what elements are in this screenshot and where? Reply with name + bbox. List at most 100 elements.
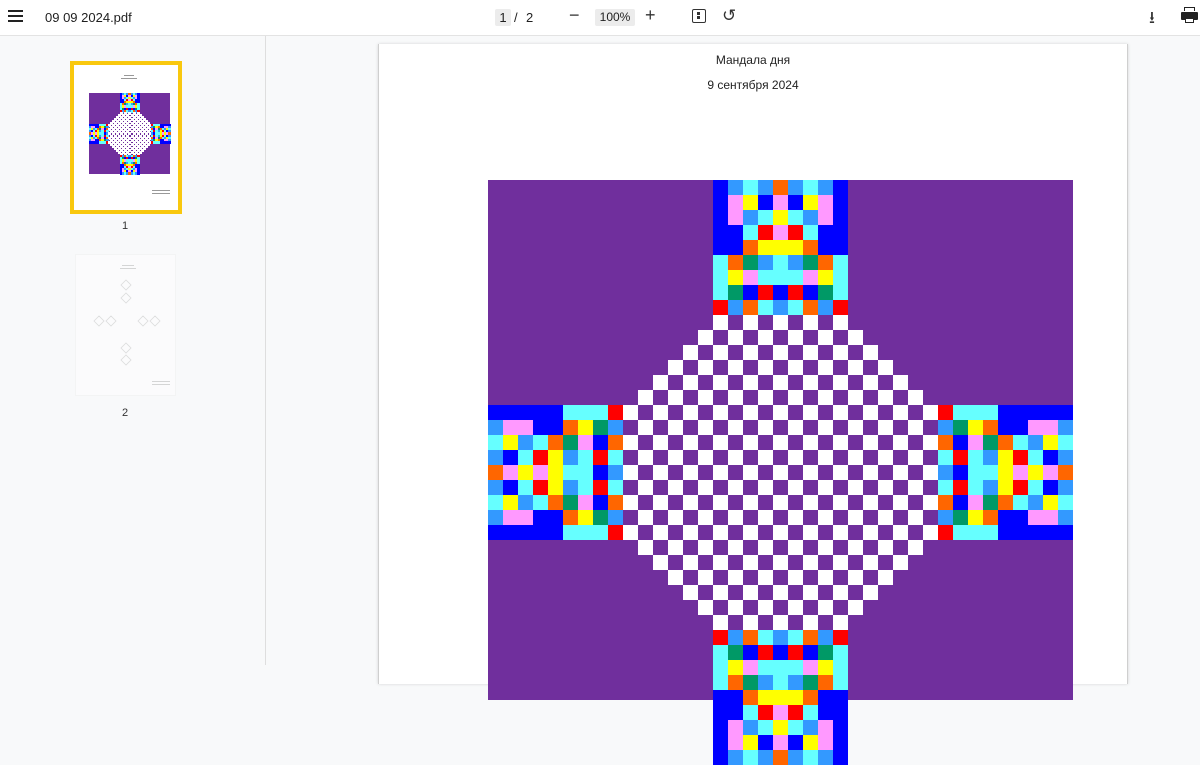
mandala-cell [803, 495, 818, 510]
mandala-cell [713, 555, 728, 570]
mandala-cell [488, 495, 503, 510]
mandala-cell [968, 525, 983, 540]
mandala-cell [848, 540, 863, 555]
mandala-cell [803, 630, 818, 645]
mandala-cell [788, 675, 803, 690]
zoom-in-icon[interactable]: + [645, 5, 656, 26]
mandala-cell [1013, 525, 1028, 540]
mandala-cell [713, 750, 728, 765]
mandala-cell [818, 420, 833, 435]
mandala-cell [848, 390, 863, 405]
mandala-cell [818, 645, 833, 660]
mandala-cell [803, 180, 818, 195]
mandala-cell [758, 270, 773, 285]
mandala-cell [833, 615, 848, 630]
mandala-cell [743, 720, 758, 735]
mandala-cell [743, 300, 758, 315]
mandala-cell [818, 330, 833, 345]
mandala-cell [668, 390, 683, 405]
mandala-cell [758, 690, 773, 705]
mandala-cell [1043, 480, 1058, 495]
mandala-cell [728, 255, 743, 270]
mandala-cell [863, 345, 878, 360]
mandala-cell [608, 465, 623, 480]
print-icon[interactable] [1181, 7, 1198, 23]
mandala-cell [803, 465, 818, 480]
mandala-cell [818, 750, 833, 765]
mandala-cell [713, 660, 728, 675]
mandala-cell [608, 525, 623, 540]
mandala-cell [863, 405, 878, 420]
mandala-cell [863, 525, 878, 540]
mandala-cell [638, 510, 653, 525]
toolbar: 09 09 2024.pdf 1 / 2 − 100% + ↺ ⭳ [0, 0, 1200, 36]
mandala-cell [983, 450, 998, 465]
mandala-cell [533, 495, 548, 510]
mandala-cell [743, 705, 758, 720]
mandala-cell [878, 390, 893, 405]
mandala-cell [863, 465, 878, 480]
mandala-cell [968, 450, 983, 465]
mandala-cell [728, 480, 743, 495]
mandala-cell [1043, 495, 1058, 510]
page-number-input[interactable]: 1 [495, 9, 511, 26]
thumbnail-sidebar: 1 2 [0, 36, 266, 665]
page-thumbnail-2[interactable] [75, 254, 176, 396]
mandala-cell [743, 195, 758, 210]
mandala-cell [743, 210, 758, 225]
mandala-cell [953, 480, 968, 495]
mandala-cell [803, 270, 818, 285]
zoom-level-input[interactable]: 100% [595, 9, 635, 26]
mandala-cell [803, 435, 818, 450]
mandala-cell [533, 420, 548, 435]
page-date: 9 сентября 2024 [707, 78, 799, 92]
mandala-cell [863, 435, 878, 450]
mandala-cell [758, 195, 773, 210]
menu-icon[interactable] [8, 10, 23, 22]
mandala-cell [683, 345, 698, 360]
mandala-cell [698, 600, 713, 615]
mandala-cell [833, 525, 848, 540]
fit-page-icon[interactable] [692, 9, 706, 23]
mandala-cell [953, 405, 968, 420]
zoom-out-icon[interactable]: − [569, 5, 580, 26]
mandala-cell [833, 585, 848, 600]
mandala-cell [788, 645, 803, 660]
mandala-cell [758, 600, 773, 615]
mandala-cell [593, 495, 608, 510]
mandala-cell [938, 450, 953, 465]
mandala-cell [593, 510, 608, 525]
mandala-cell [863, 495, 878, 510]
mandala-cell [788, 270, 803, 285]
mandala-cell [803, 225, 818, 240]
mandala-cell [533, 405, 548, 420]
mandala-cell [938, 435, 953, 450]
mandala-cell [833, 660, 848, 675]
mandala-cell [953, 510, 968, 525]
mandala-cell [503, 435, 518, 450]
mandala-cell [758, 255, 773, 270]
mandala-cell [848, 450, 863, 465]
mandala-cell [713, 465, 728, 480]
mandala-cell [758, 750, 773, 765]
mandala-cell [848, 570, 863, 585]
mandala-cell [1058, 450, 1073, 465]
mandala-cell [758, 735, 773, 750]
mandala-cell [653, 465, 668, 480]
mandala-cell [938, 510, 953, 525]
mandala-cell [728, 600, 743, 615]
mandala-cell [1043, 420, 1058, 435]
mandala-cell [833, 240, 848, 255]
mandala-cell [1028, 420, 1043, 435]
mandala-cell [713, 345, 728, 360]
mandala-cell [983, 405, 998, 420]
mandala-cell [788, 510, 803, 525]
page-thumbnail-1[interactable] [70, 61, 182, 214]
download-icon[interactable]: ⭳ [1149, 5, 1155, 34]
mandala-cell [983, 510, 998, 525]
mandala-cell [788, 360, 803, 375]
mandala-cell [788, 255, 803, 270]
mandala-cell [653, 525, 668, 540]
rotate-icon[interactable]: ↺ [722, 6, 736, 26]
mandala-cell [968, 465, 983, 480]
